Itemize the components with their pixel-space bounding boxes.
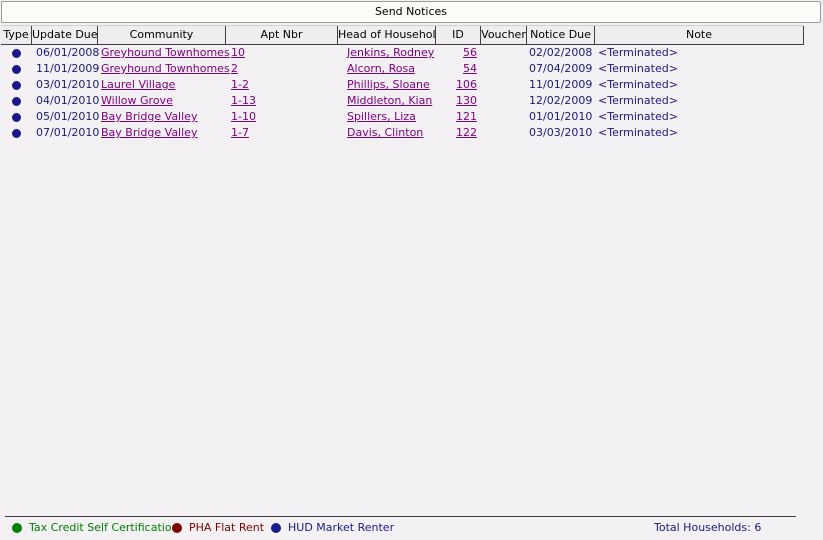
table-header: Type Update Due Community Apt Nbr Head o…	[1, 25, 804, 45]
column-header-id[interactable]: ID	[436, 26, 481, 44]
footer-divider	[5, 516, 796, 517]
blue-dot-icon	[271, 523, 281, 533]
column-header-note[interactable]: Note	[595, 26, 804, 44]
column-header-apt-nbr[interactable]: Apt Nbr	[226, 26, 338, 44]
table-row[interactable]: 05/01/2010 Bay Bridge Valley 1-10 Spille…	[0, 109, 823, 125]
column-header-type[interactable]: Type	[1, 26, 32, 44]
id-link[interactable]: 56	[435, 45, 477, 61]
apt-link[interactable]: 1-10	[231, 109, 256, 125]
id-link[interactable]: 122	[435, 125, 477, 141]
column-header-voucher[interactable]: Voucher	[481, 26, 527, 44]
id-link[interactable]: 130	[435, 93, 477, 109]
community-link[interactable]: Bay Bridge Valley	[101, 125, 197, 141]
column-header-update-due[interactable]: Update Due	[32, 26, 98, 44]
head-of-household-link[interactable]: Alcorn, Rosa	[347, 61, 415, 77]
head-of-household-link[interactable]: Middleton, Kian	[347, 93, 432, 109]
community-link[interactable]: Greyhound Townhomes	[101, 45, 230, 61]
column-header-head-of-household[interactable]: Head of Household	[338, 26, 436, 44]
note: <Terminated>	[598, 78, 678, 91]
id-link[interactable]: 121	[435, 109, 477, 125]
community-link[interactable]: Greyhound Townhomes	[101, 61, 230, 77]
table-row[interactable]: 06/01/2008 Greyhound Townhomes 10 Jenkin…	[0, 45, 823, 61]
column-header-notice-due[interactable]: Notice Due	[527, 26, 595, 44]
legend-tax-credit-label: Tax Credit Self Certification	[29, 521, 179, 534]
green-dot-icon	[12, 523, 22, 533]
notice-due: 03/03/2010	[529, 126, 593, 139]
note: <Terminated>	[598, 46, 678, 59]
update-due: 06/01/2008	[36, 46, 100, 59]
update-due: 11/01/2009	[36, 62, 100, 75]
notice-due: 07/04/2009	[529, 62, 593, 75]
status-dot-icon	[12, 49, 21, 58]
table-row[interactable]: 11/01/2009 Greyhound Townhomes 2 Alcorn,…	[0, 61, 823, 77]
status-dot-icon	[12, 81, 21, 90]
table-row[interactable]: 04/01/2010 Willow Grove 1-13 Middleton, …	[0, 93, 823, 109]
status-dot-icon	[12, 97, 21, 106]
table-row[interactable]: 03/01/2010 Laurel Village 1-2 Phillips, …	[0, 77, 823, 93]
head-of-household-link[interactable]: Phillips, Sloane	[347, 77, 430, 93]
notice-due: 02/02/2008	[529, 46, 593, 59]
status-dot-icon	[12, 129, 21, 138]
legend-hud-label: HUD Market Renter	[288, 521, 395, 534]
red-dot-icon	[172, 523, 182, 533]
note: <Terminated>	[598, 94, 678, 107]
notice-due: 11/01/2009	[529, 78, 593, 91]
head-of-household-link[interactable]: Davis, Clinton	[347, 125, 423, 141]
note: <Terminated>	[598, 62, 678, 75]
window-title: Send Notices	[1, 1, 821, 23]
update-due: 05/01/2010	[36, 110, 100, 123]
apt-link[interactable]: 2	[231, 61, 238, 77]
head-of-household-link[interactable]: Jenkins, Rodney	[347, 45, 434, 61]
update-due: 07/01/2010	[36, 126, 100, 139]
legend-pha-label: PHA Flat Rent	[189, 521, 265, 534]
community-link[interactable]: Willow Grove	[101, 93, 173, 109]
community-link[interactable]: Laurel Village	[101, 77, 175, 93]
note: <Terminated>	[598, 126, 678, 139]
status-dot-icon	[12, 65, 21, 74]
update-due: 03/01/2010	[36, 78, 100, 91]
head-of-household-link[interactable]: Spillers, Liza	[347, 109, 416, 125]
update-due: 04/01/2010	[36, 94, 100, 107]
community-link[interactable]: Bay Bridge Valley	[101, 109, 197, 125]
apt-link[interactable]: 1-2	[231, 77, 249, 93]
id-link[interactable]: 54	[435, 61, 477, 77]
table-row[interactable]: 07/01/2010 Bay Bridge Valley 1-7 Davis, …	[0, 125, 823, 141]
total-households: Total Households: 6	[654, 520, 761, 536]
apt-link[interactable]: 1-7	[231, 125, 249, 141]
note: <Terminated>	[598, 110, 678, 123]
total-households-value: 6	[754, 521, 762, 534]
column-header-community[interactable]: Community	[98, 26, 226, 44]
total-households-label: Total Households:	[654, 521, 751, 534]
notice-due: 12/02/2009	[529, 94, 593, 107]
notice-due: 01/01/2010	[529, 110, 593, 123]
apt-link[interactable]: 1-13	[231, 93, 256, 109]
apt-link[interactable]: 10	[231, 45, 245, 61]
status-dot-icon	[12, 113, 21, 122]
id-link[interactable]: 106	[435, 77, 477, 93]
